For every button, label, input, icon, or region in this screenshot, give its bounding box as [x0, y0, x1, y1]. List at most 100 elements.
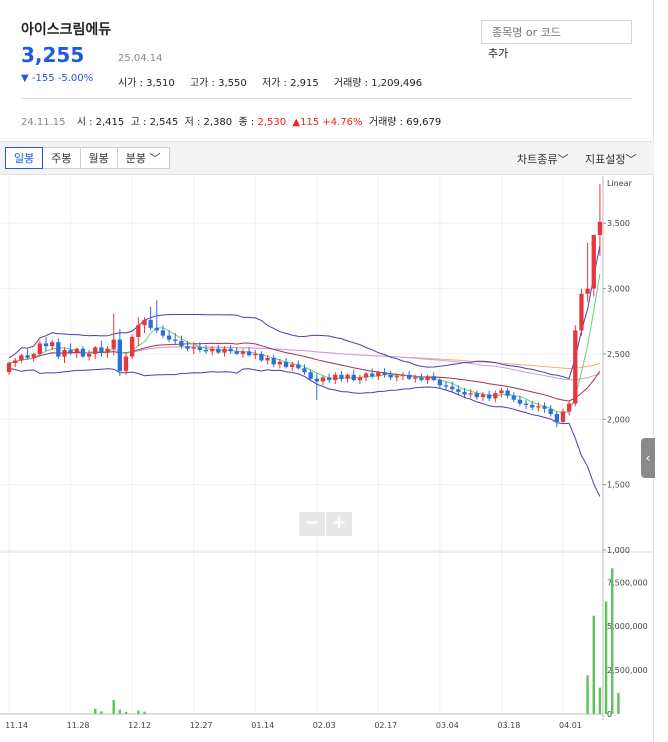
volume-bar: [592, 615, 595, 714]
price-tick-label: 2,500: [607, 350, 630, 359]
volume-bar: [586, 675, 589, 714]
open-value: 3,510: [146, 78, 175, 89]
prev-volume: 거래량 : 69,679: [368, 117, 442, 128]
candle-body: [203, 350, 209, 352]
ohlc-stats: 시가 : 3,510 고가 : 3,550 저가 : 2,915 거래량 : 1…: [118, 74, 434, 89]
candle-body: [31, 353, 36, 358]
tab-monthly[interactable]: 월봉: [79, 147, 118, 169]
candle-body: [345, 374, 350, 379]
candle-body: [50, 342, 55, 347]
chart-toolbar: 일봉 주봉 월봉 분봉 ﹀ 차트종류﹀ 지표설정﹀: [0, 141, 654, 175]
volume-bar: [617, 692, 620, 714]
candle-body: [19, 355, 24, 361]
candle-body: [283, 361, 289, 367]
candle-body: [554, 414, 559, 422]
volume-bar: [100, 711, 103, 714]
volume-label: 거래량 :: [333, 78, 372, 89]
prev-date: 24.11.15: [21, 117, 66, 128]
candle-body: [62, 350, 67, 357]
zoom-out-button[interactable]: −: [299, 512, 325, 536]
candle-body: [160, 330, 166, 336]
price-tick-label: 1,500: [607, 481, 630, 490]
candle-body: [560, 411, 566, 422]
candle-body: [468, 393, 473, 395]
candle-body: [339, 374, 344, 379]
low-stat: 저가 : 2,915: [262, 78, 319, 89]
zoom-in-button[interactable]: +: [326, 512, 352, 536]
candle-body: [486, 394, 492, 399]
price-tick-label: 2,000: [607, 415, 630, 424]
tab-daily[interactable]: 일봉: [5, 147, 44, 169]
candle-body: [456, 389, 461, 392]
candle-body: [296, 364, 301, 369]
prev-open: 시 : 2,415: [76, 117, 125, 128]
period-tabs: 일봉 주봉 월봉 분봉 ﹀: [5, 147, 170, 169]
x-tick-label: 12.27: [190, 721, 213, 730]
candle-body: [542, 406, 547, 409]
ma5-line: [8, 273, 601, 414]
candle-body: [419, 377, 424, 381]
stock-search-input[interactable]: [481, 20, 632, 44]
candle-body: [425, 376, 430, 381]
x-tick-label: 12.12: [128, 721, 151, 730]
candle-body: [573, 330, 578, 404]
previous-day-summary: 24.11.15 시 : 2,415 고 : 2,545 저 : 2,380 종…: [21, 113, 441, 128]
tab-minute[interactable]: 분봉 ﹀: [116, 147, 170, 169]
candle-body: [388, 374, 393, 378]
x-tick-label: 03.04: [436, 721, 459, 730]
candle-body: [56, 342, 61, 357]
candle-body: [480, 394, 486, 398]
divider: [21, 98, 632, 99]
high-stat: 고가 : 3,550: [190, 78, 247, 89]
x-tick-label: 03.18: [497, 721, 520, 730]
indicator-settings-dropdown[interactable]: 지표설정﹀: [585, 151, 636, 167]
candle-body: [523, 403, 529, 405]
candle-body: [234, 351, 239, 354]
add-button[interactable]: 추가: [488, 45, 508, 61]
candle-body: [246, 351, 252, 356]
candle-body: [505, 390, 510, 396]
candle-body: [185, 346, 190, 349]
candle-body: [351, 374, 356, 381]
candle-body: [357, 377, 363, 381]
candle-body: [136, 325, 141, 337]
candle-body: [265, 357, 270, 361]
volume-bar: [143, 711, 146, 714]
candle-body: [74, 348, 79, 353]
candle-body: [493, 393, 498, 399]
candle-body: [579, 293, 584, 331]
candle-body: [259, 353, 264, 361]
candle-body: [179, 340, 184, 347]
candle-body: [394, 376, 399, 378]
candle-body: [370, 373, 375, 377]
candle-body: [413, 377, 418, 379]
candle-body: [566, 403, 572, 412]
candle-body: [437, 380, 443, 386]
candle-body: [376, 372, 381, 377]
price-tick-label: 3,000: [607, 285, 630, 294]
candle-body: [216, 348, 221, 353]
price-chart[interactable]: Linear1,0001,5002,0002,5003,0003,50002,5…: [0, 176, 654, 742]
candle-body: [130, 336, 135, 357]
candle-body: [37, 343, 43, 354]
candle-body: [105, 348, 110, 353]
candle-body: [80, 348, 86, 357]
candle-body: [431, 376, 436, 381]
volume-bar: [118, 709, 122, 714]
low-value: 2,915: [290, 78, 319, 89]
volume-bar: [112, 699, 115, 714]
chevron-left-icon[interactable]: ‹: [641, 438, 655, 478]
bollinger-upper-line: [8, 245, 601, 380]
current-price: 3,255: [21, 43, 85, 67]
candle-body: [197, 347, 203, 351]
price-change: ▼ -155 -5.00%: [21, 73, 94, 84]
open-label: 시가 :: [118, 78, 147, 89]
candle-body: [25, 355, 30, 358]
candle-body: [363, 373, 369, 378]
stock-panel: 아이스크림에듀 3,255 25.04.14 ▼ -155 -5.00% 시가 …: [0, 0, 655, 742]
candle-body: [597, 221, 603, 235]
tab-weekly[interactable]: 주봉: [42, 147, 81, 169]
candle-body: [530, 404, 535, 408]
chart-type-dropdown[interactable]: 차트종류﹀: [517, 151, 568, 167]
candle-body: [382, 372, 387, 375]
